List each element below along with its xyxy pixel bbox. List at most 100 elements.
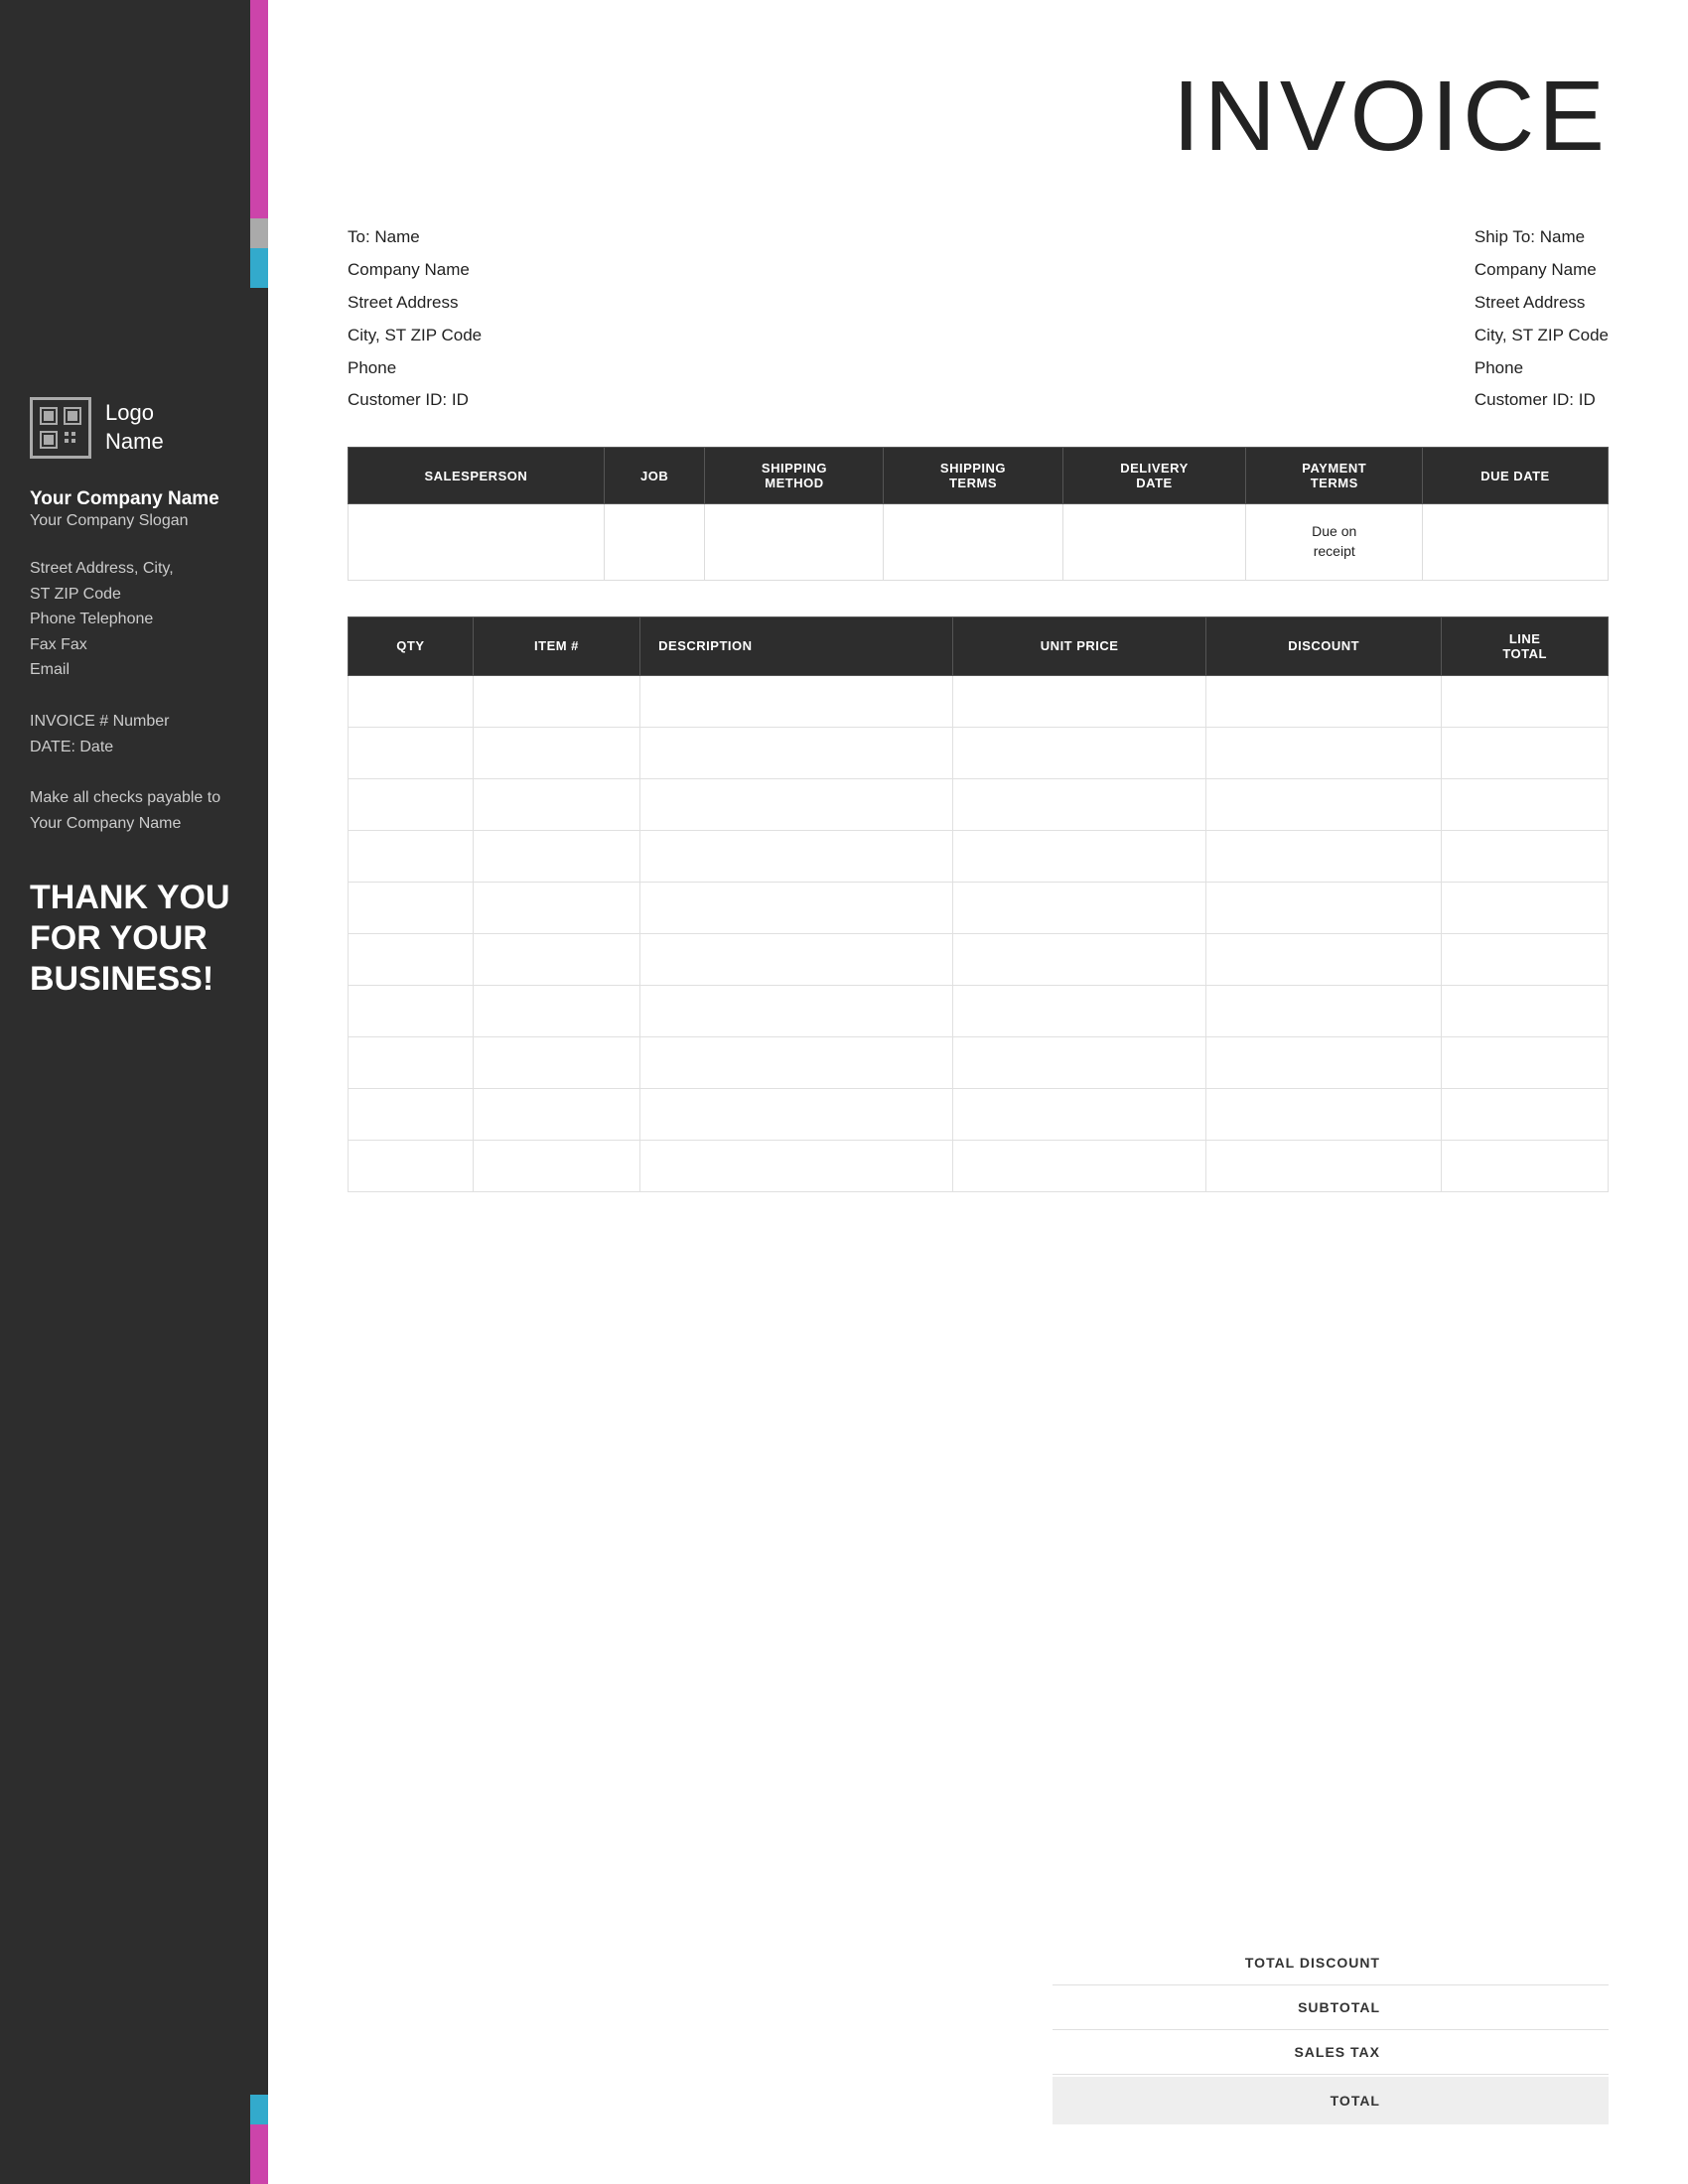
bill-company: Company Name — [348, 256, 482, 285]
item-cell-9-3 — [953, 1140, 1206, 1191]
item-row — [349, 933, 1609, 985]
info-table: SALESPERSON JOB SHIPPINGMETHOD SHIPPINGT… — [348, 447, 1609, 580]
item-cell-7-3 — [953, 1036, 1206, 1088]
item-cell-7-1 — [473, 1036, 639, 1088]
total-discount-row: TOTAL DISCOUNT — [1053, 1941, 1609, 1985]
item-cell-8-5 — [1442, 1088, 1609, 1140]
item-row — [349, 1088, 1609, 1140]
item-cell-0-0 — [349, 675, 474, 727]
subtotal-row: SUBTOTAL — [1053, 1985, 1609, 2030]
accent-bottom — [250, 2124, 268, 2184]
item-cell-7-2 — [640, 1036, 953, 1088]
subtotal-label: SUBTOTAL — [1152, 1999, 1410, 2015]
item-cell-0-4 — [1205, 675, 1441, 727]
invoice-info: INVOICE # Number DATE: Date — [0, 709, 268, 785]
col-delivery-date: DELIVERYDATE — [1062, 448, 1246, 504]
item-cell-1-0 — [349, 727, 474, 778]
item-row — [349, 675, 1609, 727]
item-cell-5-3 — [953, 933, 1206, 985]
val-shipping-method — [705, 504, 884, 580]
address-line2: ST ZIP Code — [30, 586, 121, 603]
item-cell-9-4 — [1205, 1140, 1441, 1191]
item-cell-2-5 — [1442, 778, 1609, 830]
logo-text: Logo Name — [105, 399, 164, 456]
item-cell-3-3 — [953, 830, 1206, 882]
item-cell-5-1 — [473, 933, 639, 985]
item-cell-5-5 — [1442, 933, 1609, 985]
ship-city: City, ST ZIP Code — [1475, 322, 1609, 350]
item-cell-1-1 — [473, 727, 639, 778]
col-payment-terms: PAYMENTTERMS — [1246, 448, 1423, 504]
item-cell-8-0 — [349, 1088, 474, 1140]
val-salesperson — [349, 504, 605, 580]
item-cell-6-0 — [349, 985, 474, 1036]
item-cell-8-3 — [953, 1088, 1206, 1140]
accent-mid — [250, 218, 268, 248]
address-line1: Street Address, City, — [30, 560, 174, 577]
item-cell-4-0 — [349, 882, 474, 933]
item-cell-1-4 — [1205, 727, 1441, 778]
tax-label: SALES TAX — [1152, 2044, 1410, 2060]
item-cell-4-3 — [953, 882, 1206, 933]
item-cell-5-0 — [349, 933, 474, 985]
bill-customer: Customer ID: ID — [348, 386, 482, 415]
accent-top — [250, 0, 268, 218]
bill-phone: Phone — [348, 354, 482, 383]
item-cell-6-4 — [1205, 985, 1441, 1036]
invoice-number: INVOICE # Number — [30, 713, 169, 730]
item-cell-8-4 — [1205, 1088, 1441, 1140]
company-name: Your Company Name — [0, 478, 268, 512]
total-discount-label: TOTAL DISCOUNT — [1152, 1955, 1410, 1971]
item-cell-2-4 — [1205, 778, 1441, 830]
ship-street: Street Address — [1475, 289, 1609, 318]
accent-bottom2 — [250, 2095, 268, 2124]
total-row-final: TOTAL — [1053, 2077, 1609, 2124]
item-row — [349, 1140, 1609, 1191]
col-item-num: ITEM # — [473, 616, 639, 675]
col-due-date: DUE DATE — [1422, 448, 1608, 504]
bill-to-col: To: Name Company Name Street Address Cit… — [348, 223, 482, 415]
item-cell-2-1 — [473, 778, 639, 830]
item-cell-9-1 — [473, 1140, 639, 1191]
logo-icon — [30, 397, 91, 459]
sidebar: Logo Name Your Company Name Your Company… — [0, 0, 268, 2184]
ship-phone: Phone — [1475, 354, 1609, 383]
item-cell-3-1 — [473, 830, 639, 882]
col-discount: DISCOUNT — [1205, 616, 1441, 675]
address-line5: Email — [30, 661, 70, 678]
item-cell-4-2 — [640, 882, 953, 933]
col-line-total: LINETOTAL — [1442, 616, 1609, 675]
col-unit-price: UNIT PRICE — [953, 616, 1206, 675]
ship-company: Company Name — [1475, 256, 1609, 285]
logo-area: Logo Name — [0, 377, 268, 478]
item-cell-3-0 — [349, 830, 474, 882]
item-row — [349, 1036, 1609, 1088]
item-cell-3-2 — [640, 830, 953, 882]
item-cell-2-2 — [640, 778, 953, 830]
address-line3: Phone Telephone — [30, 611, 153, 627]
item-cell-1-3 — [953, 727, 1206, 778]
total-final-label: TOTAL — [1152, 2093, 1410, 2109]
item-cell-9-5 — [1442, 1140, 1609, 1191]
col-job: JOB — [604, 448, 705, 504]
item-cell-6-3 — [953, 985, 1206, 1036]
item-cell-7-0 — [349, 1036, 474, 1088]
item-cell-5-2 — [640, 933, 953, 985]
item-cell-4-1 — [473, 882, 639, 933]
invoice-date: DATE: Date — [30, 739, 113, 755]
item-cell-8-1 — [473, 1088, 639, 1140]
item-cell-9-2 — [640, 1140, 953, 1191]
item-cell-2-0 — [349, 778, 474, 830]
val-due-date — [1422, 504, 1608, 580]
ship-to-col: Ship To: Name Company Name Street Addres… — [1475, 223, 1609, 415]
company-slogan: Your Company Slogan — [0, 512, 268, 556]
accent-mid2 — [250, 248, 268, 288]
billing-section: To: Name Company Name Street Address Cit… — [348, 223, 1609, 415]
item-cell-7-5 — [1442, 1036, 1609, 1088]
item-cell-8-2 — [640, 1088, 953, 1140]
tax-row: SALES TAX — [1053, 2030, 1609, 2075]
items-table: QTY ITEM # DESCRIPTION UNIT PRICE DISCOU… — [348, 616, 1609, 1192]
invoice-title: INVOICE — [348, 60, 1609, 174]
col-description: DESCRIPTION — [640, 616, 953, 675]
item-row — [349, 985, 1609, 1036]
